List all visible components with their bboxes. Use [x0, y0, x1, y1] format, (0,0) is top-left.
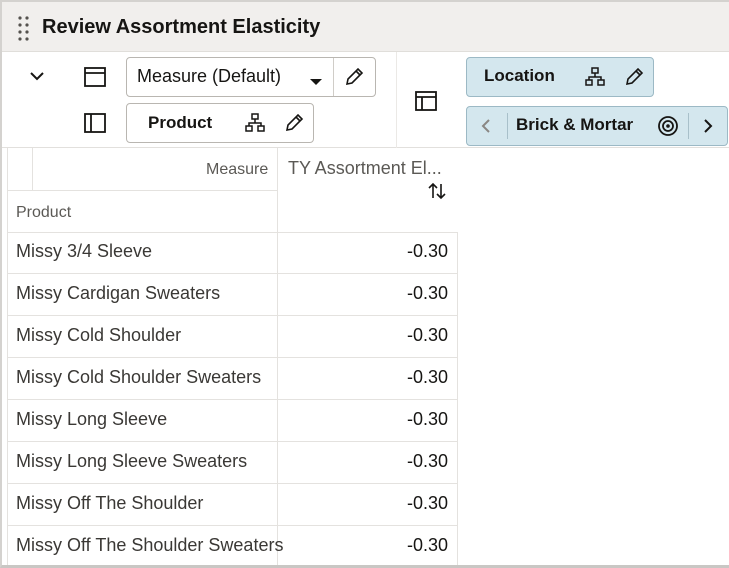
column-axis-icon [80, 64, 110, 90]
chevron-left-icon [480, 119, 492, 138]
chevron-right-icon [702, 119, 714, 138]
location-member-navigator: Brick & Mortar [466, 106, 728, 146]
elasticity-value-cell[interactable]: -0.30 [348, 367, 448, 388]
measure-selector-label: Measure (Default) [137, 66, 282, 86]
product-name-cell: Missy Cold Shoulder [16, 325, 182, 345]
edit-location-icon[interactable] [624, 67, 644, 92]
table-row[interactable]: Missy Cardigan Sweaters -0.30 [2, 274, 458, 316]
product-name-cell: Missy 3/4 Sleeve [16, 241, 153, 261]
pivot-toolbar: Measure (Default) Product Location Brick… [2, 52, 729, 148]
location-selector[interactable]: Location [466, 57, 654, 97]
app-window: Review Assortment Elasticity Measure (De… [0, 0, 729, 568]
table-row[interactable]: Missy Cold Shoulder Sweaters -0.30 [2, 358, 458, 400]
table-row[interactable]: Missy Long Sleeve -0.30 [2, 400, 458, 442]
location-selector-label: Location [484, 66, 555, 85]
grid-line [7, 190, 278, 191]
edit-product-icon[interactable] [284, 113, 304, 138]
corner-measure-label: Measure [206, 161, 269, 178]
table-row[interactable]: Missy Off The Shoulder Sweaters -0.30 [2, 526, 458, 565]
table-row[interactable]: Missy Cold Shoulder -0.30 [2, 316, 458, 358]
toolbar-separator [396, 52, 397, 148]
product-name-cell: Missy Off The Shoulder [16, 493, 204, 513]
elasticity-value-cell[interactable]: -0.30 [348, 409, 448, 430]
product-name-cell: Missy Cold Shoulder Sweaters [16, 367, 262, 387]
target-icon[interactable] [657, 115, 679, 142]
pill-divider [507, 113, 508, 139]
elasticity-value-cell[interactable]: -0.30 [348, 451, 448, 472]
chevron-down-icon [29, 68, 45, 86]
measure-selector[interactable]: Measure (Default) [126, 57, 376, 97]
product-name-cell: Missy Long Sleeve [16, 409, 168, 429]
previous-member-button[interactable] [480, 118, 492, 139]
pill-divider [333, 58, 334, 96]
column-header-ty-assortment-elasticity[interactable]: TY Assortment El... [288, 158, 442, 179]
product-name-cell: Missy Long Sleeve Sweaters [16, 451, 248, 471]
next-member-button[interactable] [702, 118, 714, 139]
product-selector[interactable]: Product [126, 103, 314, 143]
elasticity-value-cell[interactable]: -0.30 [348, 493, 448, 514]
product-name-cell: Missy Off The Shoulder Sweaters [16, 535, 284, 555]
table-row[interactable]: Missy 3/4 Sleeve -0.30 [2, 232, 458, 274]
product-name-cell: Missy Cardigan Sweaters [16, 283, 221, 303]
drag-handle-icon[interactable] [16, 15, 32, 41]
page-title: Review Assortment Elasticity [42, 16, 321, 38]
row-axis-icon [80, 110, 110, 136]
edit-measure-icon[interactable] [344, 67, 364, 92]
hierarchy-icon[interactable] [245, 113, 265, 138]
location-member-label: Brick & Mortar [516, 115, 634, 134]
page-axis-icon [411, 88, 441, 114]
elasticity-value-cell[interactable]: -0.30 [348, 241, 448, 262]
elasticity-value-cell[interactable]: -0.30 [348, 283, 448, 304]
corner-product-label: Product [16, 204, 72, 221]
hierarchy-icon[interactable] [585, 67, 605, 92]
table-row[interactable]: Missy Long Sleeve Sweaters -0.30 [2, 442, 458, 484]
sort-icon[interactable] [428, 182, 446, 205]
data-grid: Measure Product TY Assortment El... Miss… [2, 148, 729, 565]
pill-divider [688, 113, 689, 139]
caret-down-icon[interactable] [309, 73, 323, 91]
title-bar: Review Assortment Elasticity [2, 2, 729, 52]
elasticity-value-cell[interactable]: -0.30 [348, 325, 448, 346]
grid-line [32, 148, 33, 190]
product-selector-label: Product [148, 113, 213, 132]
collapse-toolbar-button[interactable] [22, 64, 52, 90]
elasticity-value-cell[interactable]: -0.30 [348, 535, 448, 556]
table-row[interactable]: Missy Off The Shoulder -0.30 [2, 484, 458, 526]
